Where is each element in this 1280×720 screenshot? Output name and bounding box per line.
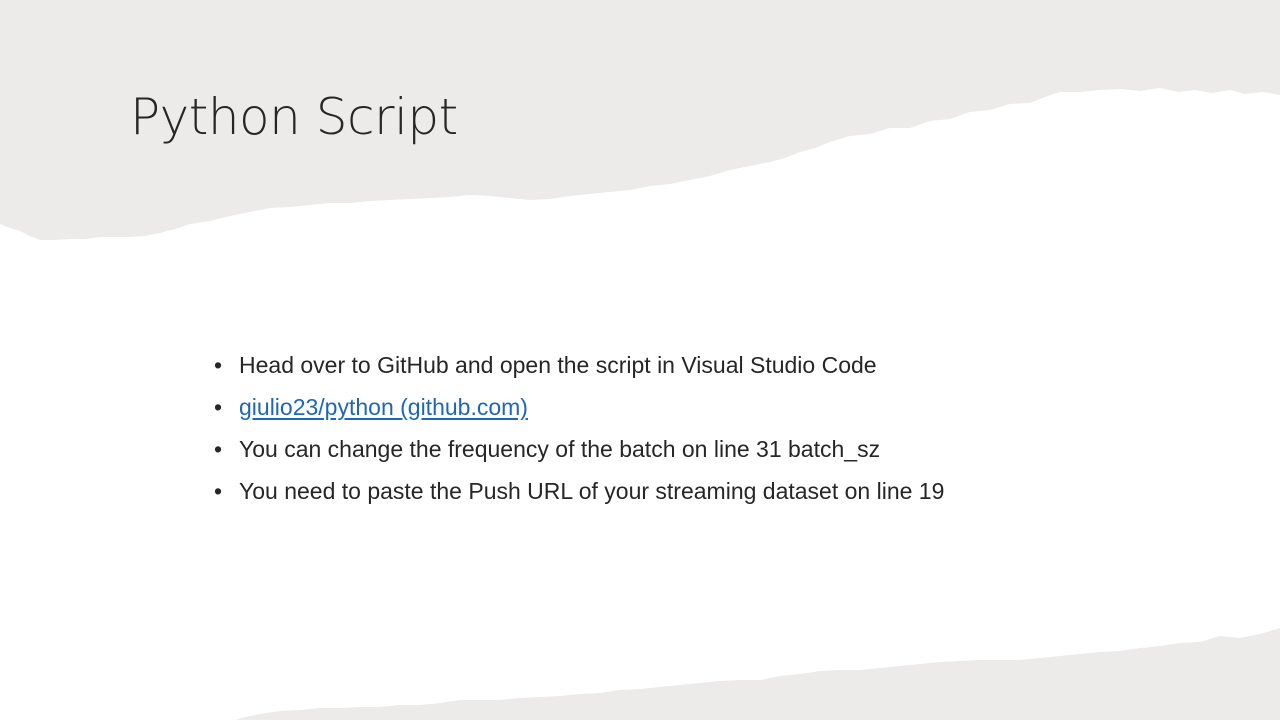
- bullet-item-batch-frequency: • You can change the frequency of the ba…: [214, 430, 944, 472]
- bullet-text: You need to paste the Push URL of your s…: [239, 478, 945, 504]
- github-repo-link[interactable]: giulio23/python (github.com): [239, 394, 528, 420]
- bullet-item-push-url: • You need to paste the Push URL of your…: [214, 472, 944, 514]
- bullet-marker: •: [214, 352, 223, 378]
- bullet-list: • Head over to GitHub and open the scrip…: [214, 346, 944, 514]
- bullet-text: You can change the frequency of the batc…: [239, 436, 881, 462]
- bullet-item-github-instructions: • Head over to GitHub and open the scrip…: [214, 346, 944, 388]
- bullet-item-github-link: • giulio23/python (github.com): [214, 388, 944, 430]
- bullet-marker: •: [214, 478, 223, 504]
- bullet-marker: •: [214, 436, 223, 462]
- slide-title: Python Script: [130, 88, 458, 146]
- bullet-text: Head over to GitHub and open the script …: [239, 352, 877, 378]
- slide: Python Script • Head over to GitHub and …: [0, 0, 1280, 720]
- bullet-marker: •: [214, 394, 223, 420]
- bottom-torn-band: [235, 628, 1280, 720]
